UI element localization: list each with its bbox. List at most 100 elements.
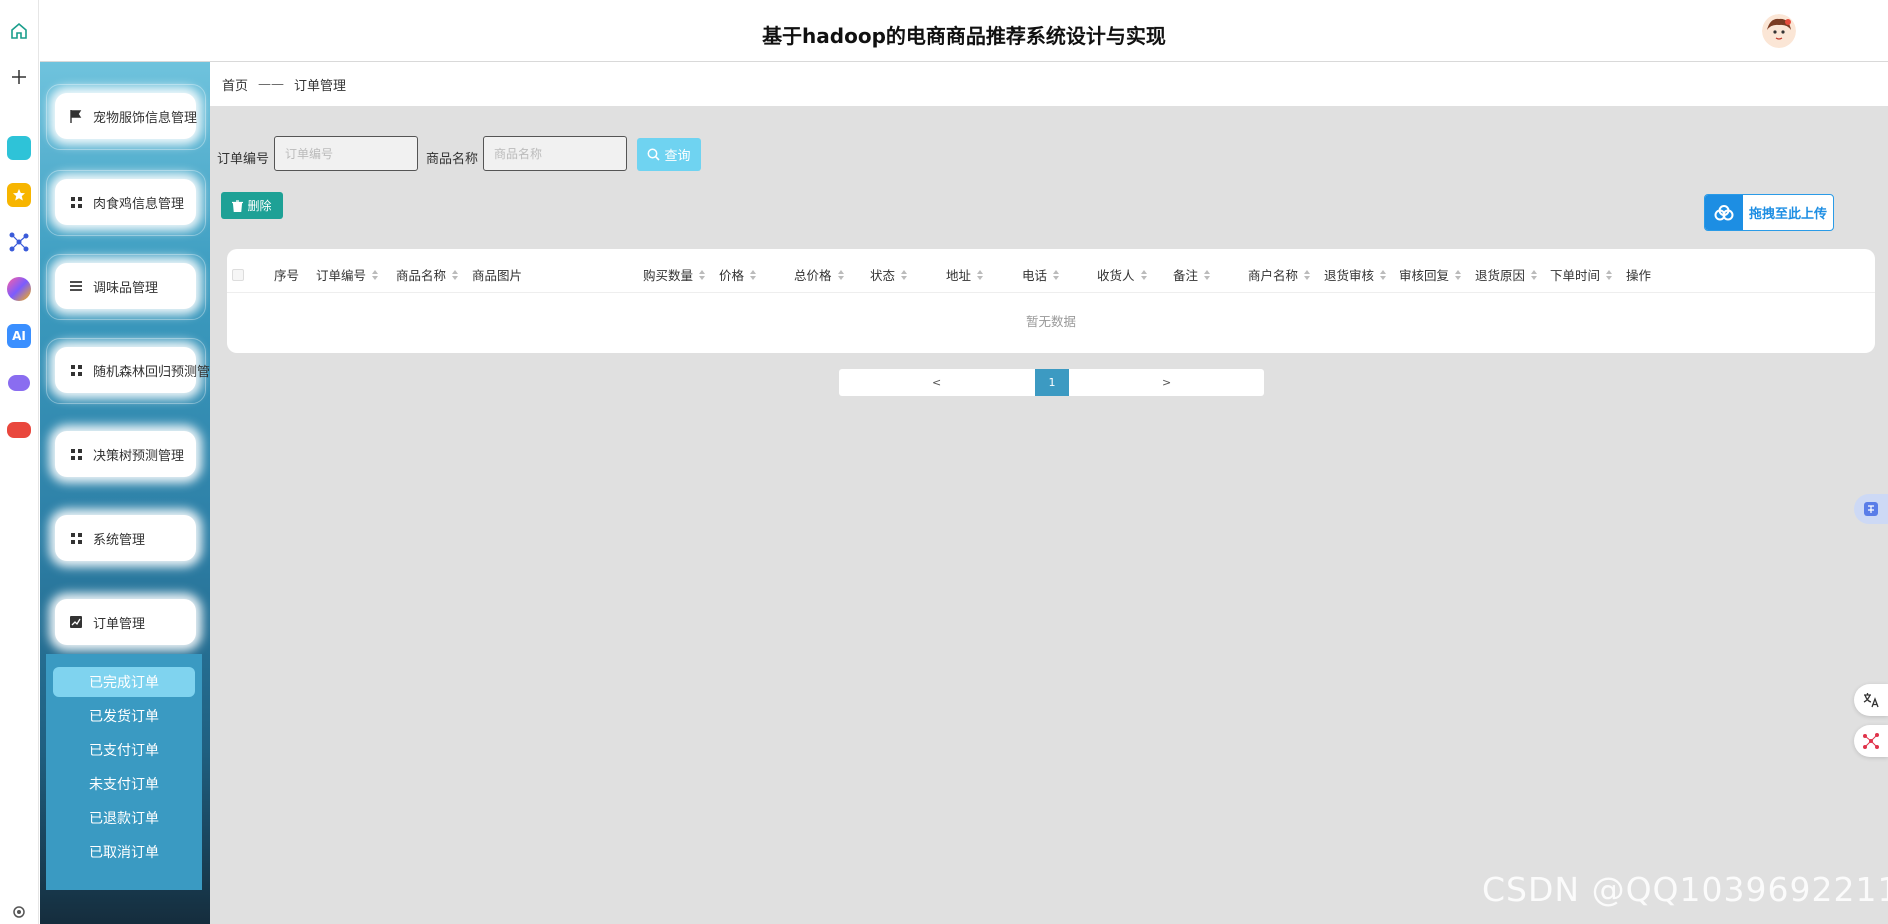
list-icon (69, 279, 83, 293)
sidebar-item-label: 宠物服饰信息管理 (93, 110, 198, 126)
column-header[interactable]: 电话 (1022, 265, 1060, 284)
sort-icon (1531, 269, 1538, 280)
select-all-checkbox[interactable] (232, 269, 244, 281)
sort-icon (372, 269, 379, 280)
column-header[interactable]: 收货人 (1097, 265, 1147, 284)
grid-icon (69, 195, 83, 209)
pagination: < 1 > (839, 369, 1264, 396)
sidebar-item-system[interactable]: 系统管理 (55, 515, 196, 561)
sidebar-item-label: 订单管理 (93, 616, 146, 632)
main-content: 首页 —— 订单管理 (210, 62, 1888, 924)
network-app-icon[interactable] (4, 227, 34, 257)
app-icon-1[interactable] (4, 133, 34, 163)
sort-icon (901, 269, 908, 280)
column-header[interactable]: 商户名称 (1248, 265, 1311, 284)
bot-app-icon[interactable] (4, 368, 34, 398)
settings-icon[interactable] (4, 897, 34, 924)
flag-icon (69, 109, 83, 123)
column-header: 操作 (1626, 268, 1652, 283)
pagination-next[interactable]: > (1162, 369, 1171, 396)
sidebar-item-label: 随机森林回归预测管理 (93, 364, 224, 380)
cloud-upload-icon (1705, 195, 1743, 230)
submenu-item-cancelled[interactable]: 已取消订单 (53, 837, 195, 867)
sidebar-item-pet-clothing[interactable]: 宠物服饰信息管理 (55, 93, 198, 139)
home-icon[interactable] (4, 16, 34, 46)
breadcrumb-current: 订单管理 (294, 78, 347, 94)
delete-button-label: 删除 (247, 199, 272, 213)
column-header[interactable]: 价格 (719, 265, 757, 284)
breadcrumb: 首页 —— 订单管理 (210, 62, 1888, 106)
ai-chat-app-icon[interactable]: AI (4, 321, 34, 351)
upload-button-label: 拖拽至此上传 (1749, 207, 1828, 222)
sort-icon (1140, 269, 1147, 280)
sort-icon (1606, 269, 1613, 280)
add-icon[interactable] (4, 62, 34, 92)
sidebar-item-label: 调味品管理 (93, 280, 159, 296)
column-header[interactable]: 退货原因 (1475, 265, 1538, 284)
product-name-label: 商品名称 (426, 152, 479, 167)
pagination-page-current[interactable]: 1 (1035, 369, 1069, 396)
column-header[interactable]: 总价格 (794, 265, 844, 284)
delete-button[interactable]: 删除 (221, 192, 283, 219)
sort-icon (977, 269, 984, 280)
sidebar-item-label: 决策树预测管理 (93, 448, 185, 464)
app-header: 基于hadoop的电商商品推荐系统设计与实现 (40, 0, 1888, 62)
column-header[interactable]: 状态 (870, 265, 908, 284)
breadcrumb-home[interactable]: 首页 (222, 75, 248, 94)
network-widget-icon[interactable] (1854, 725, 1888, 757)
sidebar-item-orders[interactable]: 订单管理 (55, 599, 196, 645)
query-button[interactable]: 查询 (637, 138, 701, 171)
game-app-icon[interactable] (4, 415, 34, 445)
chart-icon (69, 615, 83, 629)
sort-icon (1455, 269, 1462, 280)
column-header[interactable]: 退货审核 (1324, 265, 1387, 284)
sidebar-item-decision-tree[interactable]: 决策树预测管理 (55, 431, 196, 477)
submenu-item-paid[interactable]: 已支付订单 (53, 735, 195, 765)
avatar[interactable] (1762, 14, 1796, 48)
browser-side-strip: AI (0, 0, 39, 924)
pagination-prev[interactable]: < (932, 369, 941, 396)
submenu-item-unpaid[interactable]: 未支付订单 (53, 769, 195, 799)
watermark: CSDN @QQ1039692211 (1482, 870, 1888, 909)
column-header[interactable]: 地址 (946, 265, 984, 284)
sidebar-item-random-forest[interactable]: 随机森林回归预测管理 (55, 347, 223, 393)
column-header[interactable]: 订单编号 (316, 265, 379, 284)
sidebar: 宠物服饰信息管理 肉食鸡信息管理 调味品管理 随机森林回归预测管理 决策树预测管… (40, 62, 223, 924)
submenu-item-shipped[interactable]: 已发货订单 (53, 701, 195, 731)
trash-icon (232, 199, 244, 212)
column-header[interactable]: 购买数量 (643, 265, 706, 284)
sidebar-item-condiments[interactable]: 调味品管理 (55, 263, 196, 309)
sort-icon (699, 269, 706, 280)
column-header[interactable]: 备注 (1173, 265, 1211, 284)
grid-icon (69, 363, 83, 377)
translate-tab-icon[interactable] (1854, 494, 1888, 524)
order-no-input[interactable]: 订单编号 (274, 136, 418, 171)
submenu-item-completed[interactable]: 已完成订单 (53, 667, 195, 697)
sort-icon (1380, 269, 1387, 280)
sort-icon (452, 269, 459, 280)
sort-icon (1204, 269, 1211, 280)
table-header: 序号 订单编号 商品名称 商品图片 购买数量 价格 总价格 状态 地址 电话 收… (227, 249, 1875, 293)
order-no-label: 订单编号 (217, 152, 270, 167)
sort-icon (1304, 269, 1311, 280)
sidebar-item-broiler-chicken[interactable]: 肉食鸡信息管理 (55, 179, 196, 225)
table-empty-text: 暂无数据 (1025, 314, 1076, 329)
breadcrumb-separator: —— (258, 76, 285, 92)
sort-icon (750, 269, 757, 280)
grid-icon (69, 531, 83, 545)
product-name-input[interactable]: 商品名称 (483, 136, 627, 171)
column-header[interactable]: 审核回复 (1399, 265, 1462, 284)
column-header: 序号 (274, 268, 300, 283)
column-header[interactable]: 商品名称 (396, 265, 459, 284)
ai-app-icon[interactable] (4, 274, 34, 304)
translate-icon[interactable] (1854, 684, 1888, 716)
upload-button[interactable]: 拖拽至此上传 (1704, 194, 1834, 231)
app-title: 基于hadoop的电商商品推荐系统设计与实现 (762, 24, 1166, 48)
sort-icon (1053, 269, 1060, 280)
star-app-icon[interactable] (4, 180, 34, 210)
sidebar-item-label: 肉食鸡信息管理 (93, 196, 185, 212)
column-header[interactable]: 下单时间 (1550, 265, 1613, 284)
submenu-item-refunded[interactable]: 已退款订单 (53, 803, 195, 833)
orders-table: 序号 订单编号 商品名称 商品图片 购买数量 价格 总价格 状态 地址 电话 收… (227, 249, 1875, 353)
sort-icon (837, 269, 844, 280)
